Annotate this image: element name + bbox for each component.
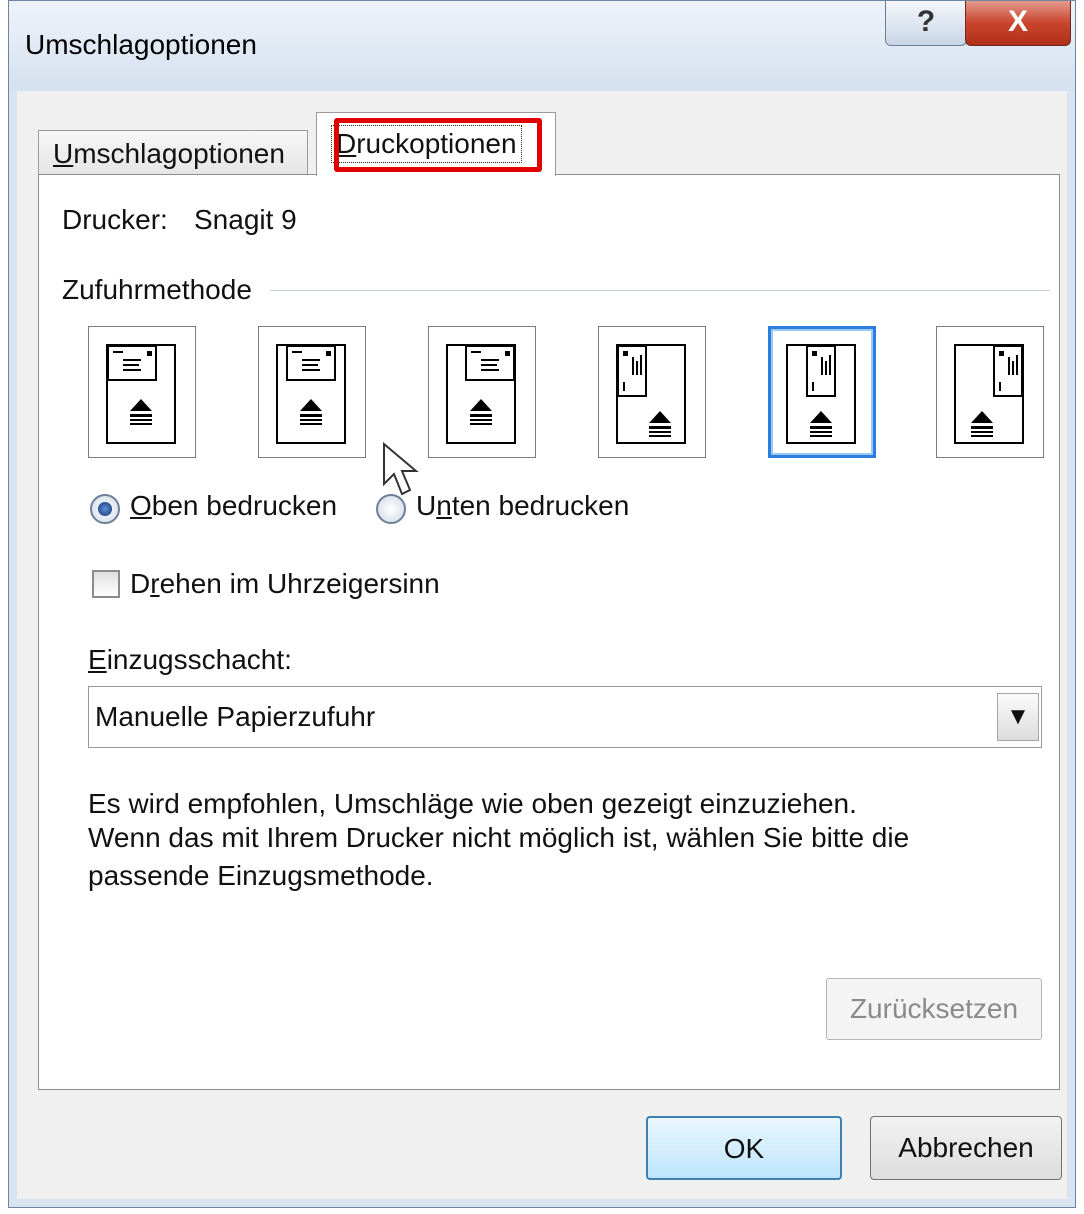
feed-option-landscape-center[interactable] xyxy=(258,326,366,458)
printer-label: Drucker: xyxy=(62,204,168,235)
info-text-line-3: passende Einzugsmethode. xyxy=(88,860,434,891)
printer-name: Snagit 9 xyxy=(194,204,297,235)
tray-dropdown-value: Manuelle Papierzufuhr xyxy=(95,701,376,732)
envelope-feed-icon xyxy=(106,344,176,444)
group-divider xyxy=(270,290,1050,291)
mouse-pointer-icon xyxy=(383,441,419,496)
print-top-radio[interactable] xyxy=(90,494,120,524)
feed-option-landscape-right[interactable] xyxy=(428,326,536,458)
envelope-feed-icon xyxy=(276,344,346,444)
envelope-feed-icon xyxy=(786,344,856,444)
info-text-line-1: Es wird empfohlen, Umschläge wie oben ge… xyxy=(88,788,857,819)
envelope-feed-icon xyxy=(954,344,1024,444)
help-button[interactable]: ? xyxy=(885,1,967,46)
envelope-feed-icon xyxy=(616,344,686,444)
highlight-annotation xyxy=(334,118,542,172)
feed-method-label: Zufuhrmethode xyxy=(62,274,252,305)
dialog-title: Umschlagoptionen xyxy=(25,29,257,60)
tray-label: Einzugsschacht: xyxy=(88,644,292,675)
feed-option-portrait-center[interactable] xyxy=(768,326,876,458)
cancel-button[interactable]: Abbrechen xyxy=(870,1116,1062,1180)
help-icon: ? xyxy=(916,5,936,38)
close-button[interactable]: X xyxy=(965,1,1071,46)
tab-panel xyxy=(38,174,1060,1090)
rotate-clockwise-checkbox[interactable] xyxy=(92,570,120,598)
envelope-feed-icon xyxy=(446,344,516,444)
reset-button[interactable]: Zurücksetzen xyxy=(826,978,1042,1040)
print-top-label[interactable]: Oben bedrucken xyxy=(130,490,337,522)
info-text-line-2: Wenn das mit Ihrem Drucker nicht möglich… xyxy=(88,822,910,853)
chevron-down-icon: ▼ xyxy=(1006,703,1030,730)
dropdown-arrow-button[interactable]: ▼ xyxy=(997,693,1039,741)
feed-option-portrait-right[interactable] xyxy=(936,326,1044,458)
close-icon: X xyxy=(1007,5,1028,38)
print-bottom-label[interactable]: Unten bedrucken xyxy=(416,490,629,522)
tab-envelope-options[interactable]: Umschlagoptionen xyxy=(38,130,308,176)
feed-option-portrait-left[interactable] xyxy=(598,326,706,458)
rotate-clockwise-label[interactable]: Drehen im Uhrzeigersinn xyxy=(130,568,440,600)
ok-button[interactable]: OK xyxy=(646,1116,842,1180)
tray-dropdown[interactable]: Manuelle Papierzufuhr ▼ xyxy=(88,686,1042,748)
feed-option-landscape-left[interactable] xyxy=(88,326,196,458)
